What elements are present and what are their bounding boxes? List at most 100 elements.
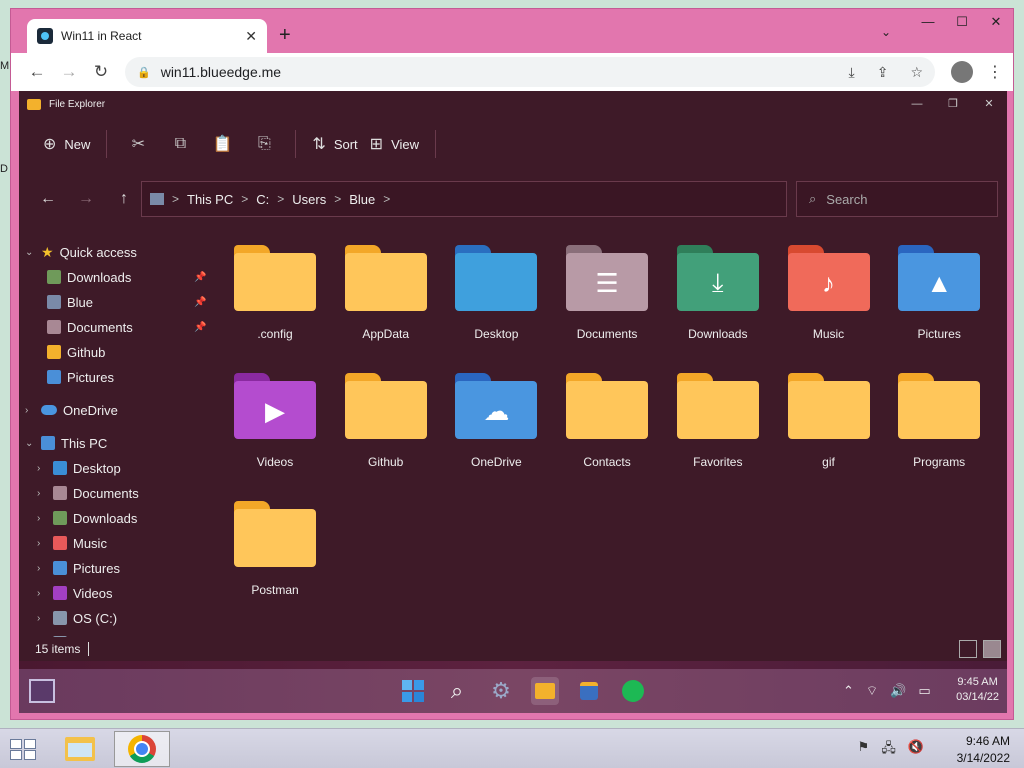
explorer-up-button[interactable]: ↑ [105, 190, 143, 208]
breadcrumb-separator: > [277, 192, 285, 206]
folder-item[interactable]: ▲ Pictures [889, 241, 989, 351]
chevron-right-icon: › [25, 404, 29, 416]
new-tab-button[interactable]: + [279, 25, 291, 45]
explorer-back-button[interactable]: ← [29, 190, 67, 208]
url-text[interactable]: win11.blueedge.me [161, 64, 827, 80]
cut-icon[interactable]: ✂ [117, 134, 159, 154]
explorer-forward-button[interactable]: → [67, 190, 105, 208]
sidebar-item-pc[interactable]: › Documents [37, 482, 139, 504]
maximize-button[interactable]: ☐ [945, 9, 979, 35]
battery-icon[interactable]: ▭ [918, 683, 930, 699]
sidebar-item-this-pc[interactable]: ⌄ This PC [25, 432, 107, 454]
browser-menu-icon[interactable]: ⋮ [987, 62, 1003, 82]
sidebar-item-quick[interactable]: Github [47, 341, 105, 363]
folder-item[interactable]: Github [336, 369, 436, 479]
action-center-flag-icon[interactable]: ⚑ [858, 739, 870, 761]
sidebar-item-pc[interactable]: › Downloads [37, 507, 137, 529]
volume-icon[interactable]: 🔊 [890, 683, 906, 699]
explorer-minimize-button[interactable]: — [899, 91, 935, 117]
sidebar-item-quick[interactable]: Documents 📌 [47, 316, 206, 338]
sort-button[interactable]: ⇅ Sort [306, 127, 363, 161]
sidebar-item-pc[interactable]: › Pictures [37, 557, 120, 579]
host-file-explorer-button[interactable] [52, 731, 108, 767]
folder-item[interactable]: gif [779, 369, 879, 479]
network-icon[interactable]: 🖧 [881, 739, 896, 761]
wifi-icon[interactable]: ⌔ [866, 683, 878, 699]
install-app-icon[interactable]: ⤓ [849, 64, 855, 81]
browser-tab[interactable]: Win11 in React ✕ [27, 19, 267, 53]
sidebar-item-label: Downloads [67, 269, 132, 285]
back-button[interactable]: ← [21, 62, 53, 82]
sidebar-item-quick[interactable]: Downloads 📌 [47, 266, 206, 288]
sidebar-item-label: Documents [67, 319, 133, 335]
breadcrumb-this-pc[interactable]: This PC [187, 192, 233, 207]
file-explorer-taskbar-icon[interactable] [531, 677, 559, 705]
reload-button[interactable]: ↻ [85, 62, 117, 82]
breadcrumb-users[interactable]: Users [292, 192, 326, 207]
sidebar-item-label: Downloads [73, 510, 138, 526]
forward-button[interactable]: → [53, 62, 85, 82]
bookmark-star-icon[interactable]: ☆ [910, 64, 923, 81]
lock-icon[interactable]: 🔒 [137, 66, 151, 79]
folder-item[interactable]: ☰ Documents [557, 241, 657, 351]
breadcrumb-blue[interactable]: Blue [349, 192, 375, 207]
folder-item[interactable]: ⤓ Downloads [668, 241, 768, 351]
sidebar-item-pc[interactable]: › Music [37, 532, 107, 554]
host-clock[interactable]: 9:46 AM 3/14/2022 [957, 733, 1010, 767]
paste-icon[interactable]: 📋 [201, 134, 243, 154]
sidebar-item-quick[interactable]: Pictures [47, 366, 114, 388]
pin-icon[interactable]: 📌 [194, 297, 206, 308]
sidebar-folder-icon [47, 295, 61, 309]
mute-icon[interactable]: 🔇 [908, 739, 924, 761]
sidebar-item-onedrive[interactable]: › OneDrive [25, 399, 118, 421]
search-input[interactable]: ⌕ Search [796, 181, 998, 217]
start-icon[interactable] [399, 677, 427, 705]
sidebar-item-pc[interactable]: › OS (C:) [37, 607, 117, 629]
win11-clock[interactable]: 9:45 AM 03/14/22 [956, 675, 999, 705]
sidebar-folder-icon [53, 486, 67, 500]
close-button[interactable]: ✕ [979, 9, 1013, 35]
pin-icon[interactable]: 📌 [194, 322, 206, 333]
folder-item[interactable]: Programs [889, 369, 989, 479]
sidebar-item-quick[interactable]: Blue 📌 [47, 291, 206, 313]
tab-search-icon[interactable]: ⌄ [881, 25, 891, 39]
folder-item[interactable]: ▶ Videos [225, 369, 325, 479]
windows-start-icon[interactable] [10, 739, 38, 761]
tiles-view-button[interactable] [983, 640, 1001, 658]
folder-glyph-icon: ☰ [595, 267, 619, 298]
share-icon[interactable]: ⇪ [877, 64, 889, 81]
profile-avatar[interactable] [951, 61, 973, 83]
view-button[interactable]: ⊞ View [364, 127, 425, 161]
store-icon[interactable] [575, 677, 603, 705]
new-button[interactable]: ⊕ New [37, 127, 96, 161]
tab-close-icon[interactable]: ✕ [245, 28, 257, 45]
folder-item[interactable]: Postman [225, 497, 325, 607]
spotify-icon[interactable] [619, 677, 647, 705]
settings-gear-icon[interactable]: ⚙ [487, 677, 515, 705]
sidebar-item-pc[interactable]: › Desktop [37, 457, 121, 479]
search-icon[interactable]: ⌕ [443, 677, 471, 705]
pin-icon[interactable]: 📌 [194, 272, 206, 283]
folder-item[interactable]: Contacts [557, 369, 657, 479]
folder-item[interactable]: Favorites [668, 369, 768, 479]
explorer-maximize-button[interactable]: ❐ [935, 91, 971, 117]
breadcrumb-c[interactable]: C: [256, 192, 269, 207]
folder-item[interactable]: .config [225, 241, 325, 351]
copy-icon[interactable]: ⧉ [159, 135, 201, 153]
folder-item[interactable]: ☁ OneDrive [446, 369, 546, 479]
folder-item[interactable]: AppData [336, 241, 436, 351]
sidebar-item-quick-access[interactable]: ⌄ ★ Quick access [25, 241, 137, 263]
folder-item[interactable]: ♪ Music [779, 241, 879, 351]
explorer-close-button[interactable]: ✕ [971, 91, 1007, 117]
minimize-button[interactable]: — [911, 9, 945, 35]
chevron-up-icon[interactable]: ⌃ [843, 683, 854, 699]
address-bar[interactable]: 🔒 win11.blueedge.me ⤓ ⇪ ☆ [125, 57, 935, 87]
details-view-button[interactable] [959, 640, 977, 658]
rename-icon[interactable]: ⎘ [243, 135, 285, 153]
command-separator [295, 130, 297, 158]
sidebar-item-pc[interactable]: › Videos [37, 582, 113, 604]
host-chrome-button[interactable] [114, 731, 170, 767]
widgets-icon[interactable] [29, 679, 55, 703]
breadcrumb[interactable]: > This PC > C: > Users > Blue > [141, 181, 787, 217]
folder-item[interactable]: Desktop [446, 241, 546, 351]
